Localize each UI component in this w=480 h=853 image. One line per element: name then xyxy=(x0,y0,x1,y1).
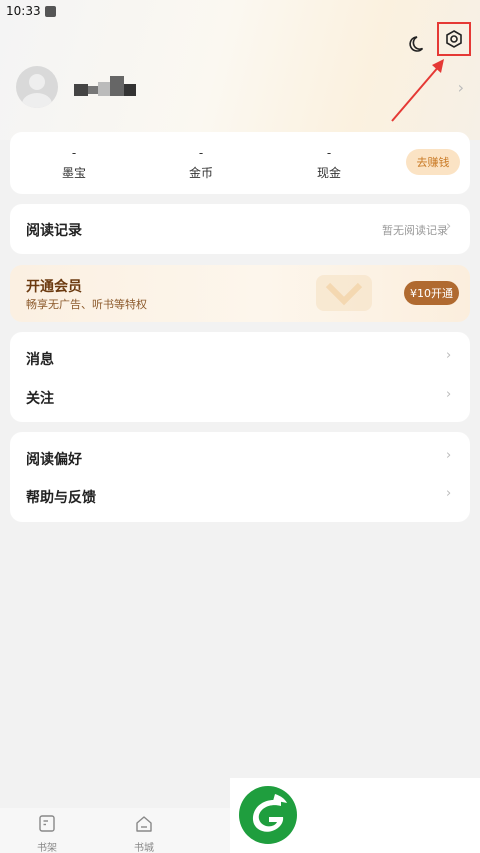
nav-item-bookshelf[interactable]: 书架 xyxy=(22,814,72,853)
menu-item-follow[interactable]: 关注 › xyxy=(10,377,470,422)
chevron-right-icon: › xyxy=(446,448,452,463)
reading-history-status: 暂无阅读记录 xyxy=(382,224,448,237)
vip-title: 开通会员 xyxy=(26,279,82,295)
notification-icon xyxy=(44,5,56,17)
status-time: 10:33 xyxy=(6,4,41,18)
reading-history-title: 阅读记录 xyxy=(26,223,82,239)
asset-label: 金币 xyxy=(188,166,213,180)
bookshelf-icon xyxy=(39,815,55,832)
asset-label: 现金 xyxy=(316,166,341,180)
nav-label: 书架 xyxy=(37,843,57,853)
vip-banner[interactable]: 开通会员 畅享无广告、听书等特权 ¥10开通 xyxy=(10,265,470,322)
user-avatar-icon[interactable] xyxy=(16,66,58,108)
asset-value: - xyxy=(198,146,204,160)
earn-money-button[interactable]: 去赚钱 xyxy=(406,149,460,175)
asset-label: 墨宝 xyxy=(61,166,86,180)
home-icon xyxy=(136,816,152,832)
gear-icon xyxy=(446,30,462,48)
assets-card: - 墨宝 - 金币 - 现金 去赚钱 xyxy=(10,132,470,194)
nav-item-bookstore[interactable]: 书城 xyxy=(119,814,169,853)
vip-activate-button[interactable]: ¥10开通 xyxy=(404,281,459,305)
asset-value: - xyxy=(326,146,332,160)
menu-item-label: 帮助与反馈 xyxy=(26,490,96,506)
moon-icon[interactable] xyxy=(405,30,431,56)
vip-subtitle: 畅享无广告、听书等特权 xyxy=(26,298,147,311)
status-bar: 10:33 xyxy=(0,0,480,22)
chevron-right-icon: › xyxy=(446,348,452,363)
menu-group-preferences: 阅读偏好 › 帮助与反馈 › xyxy=(10,432,470,522)
username-redacted xyxy=(74,74,154,102)
vip-decoration-icon xyxy=(316,275,372,311)
chevron-right-icon: › xyxy=(446,219,452,234)
asset-value: - xyxy=(71,146,77,160)
nav-label: 书城 xyxy=(134,843,154,853)
menu-item-messages[interactable]: 消息 › xyxy=(10,332,470,377)
menu-item-label: 关注 xyxy=(26,391,54,407)
menu-item-label: 阅读偏好 xyxy=(26,452,82,468)
menu-group-messages: 消息 › 关注 › xyxy=(10,332,470,422)
chevron-right-icon: › xyxy=(446,486,452,501)
profile-chevron-icon: › xyxy=(457,78,464,97)
menu-item-reading-preferences[interactable]: 阅读偏好 › xyxy=(10,432,470,477)
leaf-logo-icon xyxy=(239,786,297,844)
menu-item-label: 消息 xyxy=(26,352,54,368)
reading-history-row[interactable]: 阅读记录 暂无阅读记录 › xyxy=(10,204,470,254)
profile-row[interactable]: › xyxy=(16,66,466,110)
chevron-right-icon: › xyxy=(446,387,452,402)
menu-item-help-feedback[interactable]: 帮助与反馈 › xyxy=(10,477,470,522)
settings-button[interactable] xyxy=(437,22,471,56)
